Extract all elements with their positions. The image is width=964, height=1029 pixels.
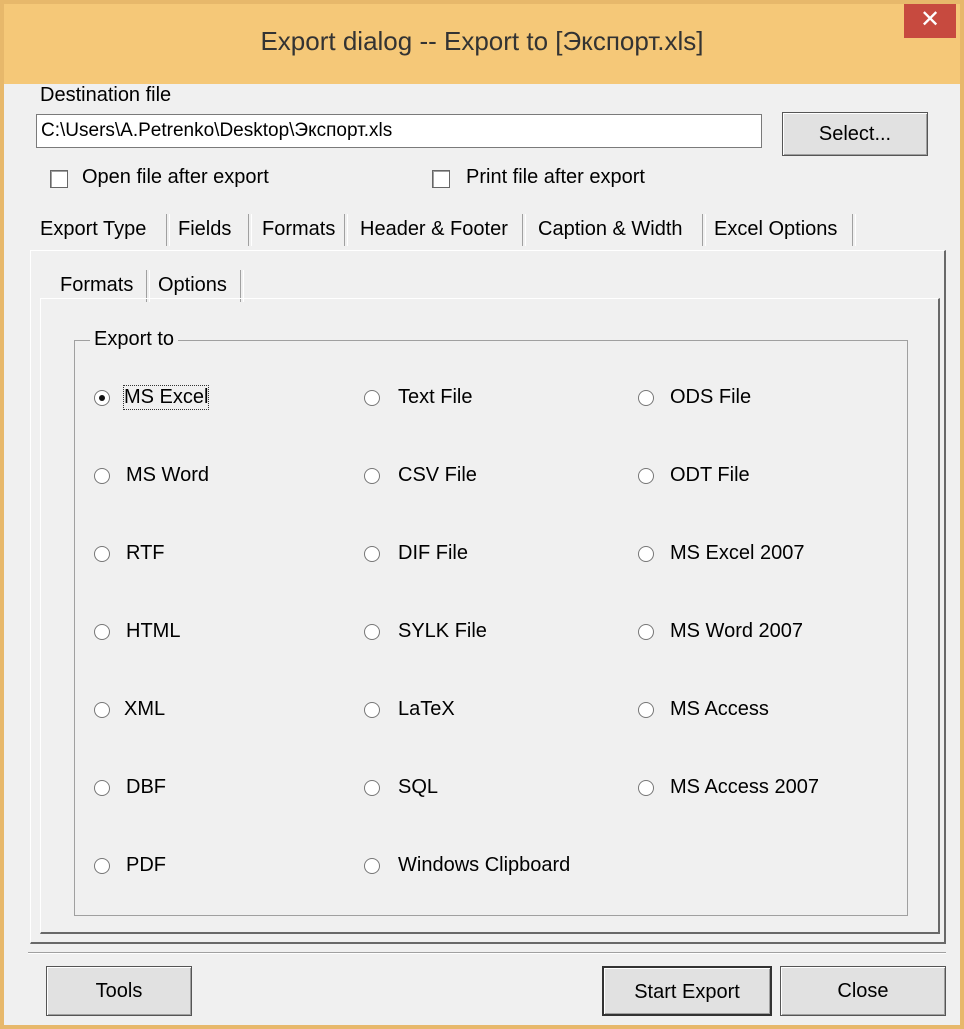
radio-text-file[interactable]	[364, 390, 380, 406]
radio-selected-dot	[99, 395, 105, 401]
radio-label-ms-excel[interactable]: MS Excel	[122, 385, 210, 410]
footer-divider	[28, 952, 946, 954]
radio-label-html[interactable]: HTML	[126, 620, 180, 643]
close-button[interactable]: Close	[780, 966, 946, 1016]
radio-label-ms-excel-2007[interactable]: MS Excel 2007	[670, 542, 805, 565]
radio-label-dif-file[interactable]: DIF File	[398, 542, 468, 565]
radio-label-windows-clipboard[interactable]: Windows Clipboard	[398, 854, 570, 877]
radio-label-sql[interactable]: SQL	[398, 776, 438, 799]
destination-file-input[interactable]	[37, 115, 761, 147]
radio-dbf[interactable]	[94, 780, 110, 796]
radio-ms-word[interactable]	[94, 468, 110, 484]
tools-button-label: Tools	[95, 980, 143, 1002]
destination-label: Destination file	[40, 84, 172, 106]
radio-label-text-file[interactable]: Text File	[398, 386, 472, 409]
radio-csv-file[interactable]	[364, 468, 380, 484]
print-file-after-export-label: Print file after export	[466, 166, 645, 188]
radio-rtf[interactable]	[94, 546, 110, 562]
window-title: Export dialog -- Export to [Экспорт.xls]	[260, 26, 704, 56]
close-icon: ✕	[919, 6, 941, 33]
destination-file-field[interactable]	[36, 114, 762, 148]
open-file-after-export-label: Open file after export	[82, 166, 269, 188]
tab-divider	[344, 214, 348, 246]
radio-ms-excel-2007[interactable]	[638, 546, 654, 562]
start-export-button-label: Start Export	[634, 981, 740, 1003]
radio-label-ms-access-2007[interactable]: MS Access 2007	[670, 776, 819, 799]
radio-label-sylk-file[interactable]: SYLK File	[398, 620, 487, 643]
radio-label-rtf[interactable]: RTF	[126, 542, 165, 565]
radio-ods-file[interactable]	[638, 390, 654, 406]
start-export-button[interactable]: Start Export	[602, 966, 772, 1016]
radio-label-ms-word-2007[interactable]: MS Word 2007	[670, 620, 803, 643]
radio-label-odt-file[interactable]: ODT File	[670, 464, 750, 487]
radio-label-csv-file[interactable]: CSV File	[398, 464, 477, 487]
radio-label-xml[interactable]: XML	[124, 698, 165, 721]
radio-sql[interactable]	[364, 780, 380, 796]
radio-pdf[interactable]	[94, 858, 110, 874]
radio-xml[interactable]	[94, 702, 110, 718]
close-window-button[interactable]: ✕	[904, 4, 956, 38]
radio-ms-access[interactable]	[638, 702, 654, 718]
tab-divider	[522, 214, 526, 246]
radio-label-ods-file[interactable]: ODS File	[670, 386, 751, 409]
print-file-after-export-checkbox[interactable]	[432, 170, 450, 188]
radio-windows-clipboard[interactable]	[364, 858, 380, 874]
tab-divider	[166, 214, 170, 246]
tab-export-type[interactable]: Export Type	[40, 210, 146, 248]
tab-caption-width[interactable]: Caption & Width	[538, 210, 683, 248]
radio-label-pdf[interactable]: PDF	[126, 854, 166, 877]
radio-label-ms-word[interactable]: MS Word	[126, 464, 209, 487]
radio-label-latex[interactable]: LaTeX	[398, 698, 455, 721]
tab-formats[interactable]: Formats	[262, 210, 335, 248]
radio-label-ms-access[interactable]: MS Access	[670, 698, 769, 721]
radio-label-dbf[interactable]: DBF	[126, 776, 166, 799]
select-file-button[interactable]: Select...	[782, 112, 928, 156]
title-bar[interactable]: Export dialog -- Export to [Экспорт.xls]…	[4, 4, 960, 84]
radio-dif-file[interactable]	[364, 546, 380, 562]
tab-header-footer[interactable]: Header & Footer	[360, 210, 508, 248]
radio-ms-excel[interactable]	[94, 390, 110, 406]
tab-divider	[702, 214, 706, 246]
tab-excel-options[interactable]: Excel Options	[714, 210, 837, 248]
open-file-after-export-checkbox[interactable]	[50, 170, 68, 188]
tab-fields[interactable]: Fields	[178, 210, 231, 248]
radio-ms-access-2007[interactable]	[638, 780, 654, 796]
radio-sylk-file[interactable]	[364, 624, 380, 640]
radio-html[interactable]	[94, 624, 110, 640]
radio-odt-file[interactable]	[638, 468, 654, 484]
close-button-label: Close	[837, 980, 889, 1002]
tools-button[interactable]: Tools	[46, 966, 192, 1016]
tab-divider	[248, 214, 252, 246]
select-button-label: Select...	[818, 123, 892, 145]
tab-divider	[852, 214, 856, 246]
radio-ms-word-2007[interactable]	[638, 624, 654, 640]
radio-latex[interactable]	[364, 702, 380, 718]
export-to-group-label: Export to	[90, 328, 179, 351]
